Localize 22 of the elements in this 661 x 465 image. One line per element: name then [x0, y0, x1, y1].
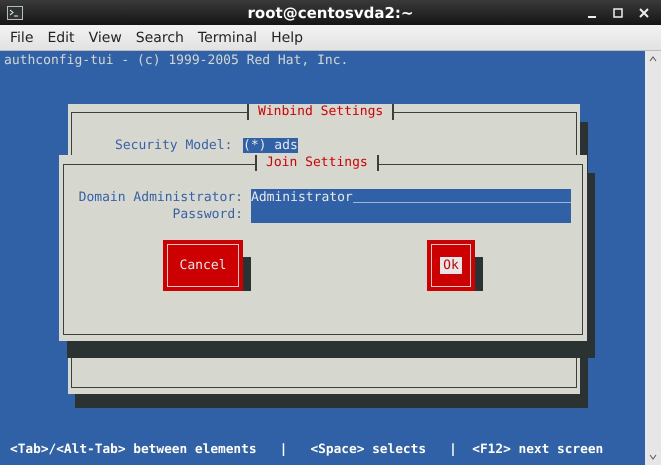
menu-item[interactable]: File — [3, 30, 40, 46]
dialog-button[interactable]: Ok — [427, 240, 475, 291]
menu-item[interactable]: Help — [264, 30, 310, 46]
field-label: Security Model: — [115, 138, 232, 153]
dialog-button[interactable]: Cancel — [163, 240, 243, 291]
input-field[interactable]: Administrator — [251, 189, 571, 206]
menu-item[interactable]: Terminal — [190, 30, 264, 46]
menu-item[interactable]: View — [82, 30, 129, 46]
terminal-header: authconfig-tui - (c) 1999-2005 Red Hat, Inc. — [4, 53, 348, 68]
menu-item[interactable]: Search — [128, 30, 191, 46]
close-icon[interactable] — [639, 8, 649, 18]
menu-item[interactable]: Edit — [40, 30, 82, 46]
field-label: Password: — [172, 207, 243, 222]
dialog-title: Winbind Settings — [247, 104, 394, 120]
window-title: root@centosvda2:~ — [248, 4, 414, 22]
terminal-icon — [7, 6, 23, 20]
status-line: <Tab>/<Alt-Tab> between elements | <Space> selects | <F12> next screen — [10, 442, 604, 457]
maximize-icon[interactable] — [613, 8, 623, 18]
field-label: Domain Administrator: — [78, 190, 243, 205]
input-field[interactable] — [251, 206, 571, 223]
radio-option[interactable]: (*) ads — [243, 138, 298, 153]
dialog-title: Join Settings — [255, 155, 379, 171]
